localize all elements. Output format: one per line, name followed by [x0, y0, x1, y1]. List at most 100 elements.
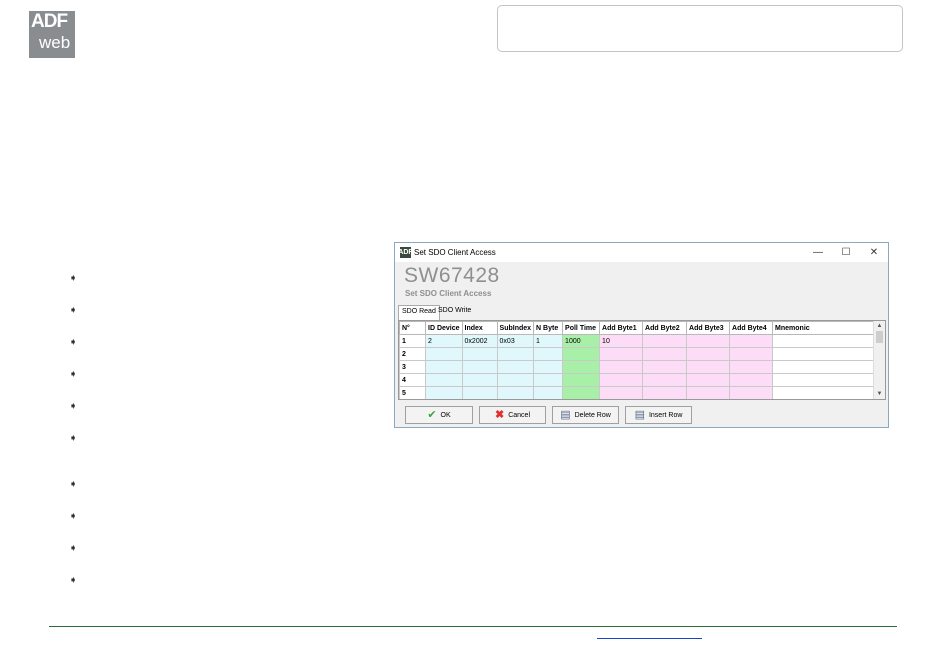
cell-add-byte1[interactable]: 10: [599, 334, 644, 348]
cell-poll-time[interactable]: [562, 386, 601, 399]
tab-strip: SDO Read SDO Write: [395, 304, 888, 320]
cell-subindex[interactable]: [496, 347, 535, 361]
cell-n-byte[interactable]: [533, 347, 564, 361]
insert-row-label: Insert Row: [648, 411, 683, 419]
col-header-index[interactable]: Index: [461, 321, 498, 335]
scroll-up-icon[interactable]: ▲: [874, 321, 885, 331]
cell-id-device[interactable]: [425, 386, 463, 399]
cell-mnemonic[interactable]: [772, 334, 875, 348]
cell-n-byte[interactable]: [533, 360, 564, 374]
col-header-n-byte[interactable]: N Byte: [533, 321, 564, 335]
cell-index[interactable]: [461, 360, 498, 374]
banner-code: SW67428: [404, 264, 500, 287]
cell-add-byte3[interactable]: [686, 347, 731, 361]
cell-add-byte2[interactable]: [642, 334, 688, 348]
cell-index[interactable]: [461, 347, 498, 361]
cross-icon: ✖: [494, 408, 505, 421]
cell-n-byte[interactable]: [533, 386, 564, 399]
row-number[interactable]: 2: [399, 347, 426, 361]
maximize-button[interactable]: ☐: [832, 243, 860, 262]
cell-id-device[interactable]: [425, 373, 463, 387]
logo-text-adf: ADF: [31, 11, 68, 32]
cell-add-byte3[interactable]: [686, 360, 731, 374]
cell-n-byte[interactable]: 1: [533, 334, 564, 348]
cell-mnemonic[interactable]: [772, 360, 875, 374]
scroll-thumb[interactable]: [876, 331, 883, 343]
col-header-id-device[interactable]: ID Device: [425, 321, 463, 335]
sdo-client-window: ADF Set SDO Client Access — ☐ ✕ SW67428 …: [394, 242, 889, 428]
row-number[interactable]: 5: [399, 386, 426, 399]
cancel-label: Cancel: [508, 411, 530, 419]
ok-button[interactable]: ✔ OK: [405, 406, 473, 424]
cell-add-byte2[interactable]: [642, 347, 688, 361]
col-header-mnemonic[interactable]: Mnemonic: [772, 321, 875, 335]
col-header-add-byte2[interactable]: Add Byte2: [642, 321, 688, 335]
cell-add-byte1[interactable]: [599, 360, 644, 374]
cell-subindex[interactable]: [496, 360, 535, 374]
cell-mnemonic[interactable]: [772, 386, 875, 399]
scroll-down-icon[interactable]: ▼: [874, 389, 885, 399]
row-number[interactable]: 4: [399, 373, 426, 387]
table-row: 5: [399, 386, 875, 399]
cell-mnemonic[interactable]: [772, 347, 875, 361]
cell-subindex[interactable]: [496, 373, 535, 387]
cell-poll-time[interactable]: 1000: [562, 334, 601, 348]
cell-add-byte1[interactable]: [599, 373, 644, 387]
cell-index[interactable]: 0x2002: [461, 334, 498, 348]
bullet-arrow-icon: ➧: [69, 305, 78, 316]
cell-add-byte2[interactable]: [642, 373, 688, 387]
cell-id-device[interactable]: [425, 360, 463, 374]
cell-id-device[interactable]: 2: [425, 334, 463, 348]
cell-add-byte3[interactable]: [686, 334, 731, 348]
col-header-number[interactable]: N°: [399, 321, 426, 335]
col-header-add-byte3[interactable]: Add Byte3: [686, 321, 731, 335]
cell-add-byte2[interactable]: [642, 360, 688, 374]
bullet-arrow-icon: ➧: [69, 433, 78, 444]
bullet-arrow-icon: ➧: [69, 511, 78, 522]
row-number[interactable]: 3: [399, 360, 426, 374]
cell-n-byte[interactable]: [533, 373, 564, 387]
cell-add-byte2[interactable]: [642, 386, 688, 399]
tab-sdo-write[interactable]: SDO Write: [435, 305, 474, 319]
cell-add-byte4[interactable]: [729, 360, 774, 374]
col-header-poll-time[interactable]: Poll Time: [562, 321, 601, 335]
table-row: 4: [399, 373, 875, 387]
cell-add-byte4[interactable]: [729, 386, 774, 399]
button-bar: ✔ OK ✖ Cancel ▤ Delete Row ▤ Insert Row: [405, 406, 692, 424]
bullet-arrow-icon: ➧: [69, 337, 78, 348]
row-number[interactable]: 1: [399, 334, 426, 348]
cell-subindex[interactable]: 0x03: [496, 334, 535, 348]
tab-sdo-read[interactable]: SDO Read: [398, 305, 440, 320]
cell-poll-time[interactable]: [562, 347, 601, 361]
cell-subindex[interactable]: [496, 386, 535, 399]
cell-add-byte3[interactable]: [686, 373, 731, 387]
cell-add-byte1[interactable]: [599, 347, 644, 361]
cell-add-byte4[interactable]: [729, 334, 774, 348]
vertical-scrollbar[interactable]: ▲ ▼: [873, 321, 885, 399]
cell-mnemonic[interactable]: [772, 373, 875, 387]
banner-subtitle: Set SDO Client Access: [405, 289, 492, 298]
col-header-subindex[interactable]: SubIndex: [496, 321, 535, 335]
sdo-table: N° ID Device Index SubIndex N Byte Poll …: [399, 321, 875, 399]
col-header-add-byte1[interactable]: Add Byte1: [599, 321, 644, 335]
cell-add-byte4[interactable]: [729, 347, 774, 361]
cell-index[interactable]: [461, 373, 498, 387]
sdo-read-grid: N° ID Device Index SubIndex N Byte Poll …: [398, 320, 886, 400]
cell-poll-time[interactable]: [562, 373, 601, 387]
bullet-arrow-icon: ➧: [69, 479, 78, 490]
cell-id-device[interactable]: [425, 347, 463, 361]
cell-add-byte3[interactable]: [686, 386, 731, 399]
bullet-arrow-icon: ➧: [69, 543, 78, 554]
window-titlebar[interactable]: ADF Set SDO Client Access — ☐ ✕: [395, 243, 888, 262]
cancel-button[interactable]: ✖ Cancel: [479, 406, 546, 424]
col-header-add-byte4[interactable]: Add Byte4: [729, 321, 774, 335]
cell-add-byte4[interactable]: [729, 373, 774, 387]
cell-poll-time[interactable]: [562, 360, 601, 374]
minimize-button[interactable]: —: [804, 243, 832, 262]
close-button[interactable]: ✕: [860, 243, 888, 262]
cell-index[interactable]: [461, 386, 498, 399]
footer-link-underline[interactable]: [597, 638, 702, 639]
cell-add-byte1[interactable]: [599, 386, 644, 399]
insert-row-button[interactable]: ▤ Insert Row: [625, 406, 692, 424]
delete-row-button[interactable]: ▤ Delete Row: [552, 406, 619, 424]
